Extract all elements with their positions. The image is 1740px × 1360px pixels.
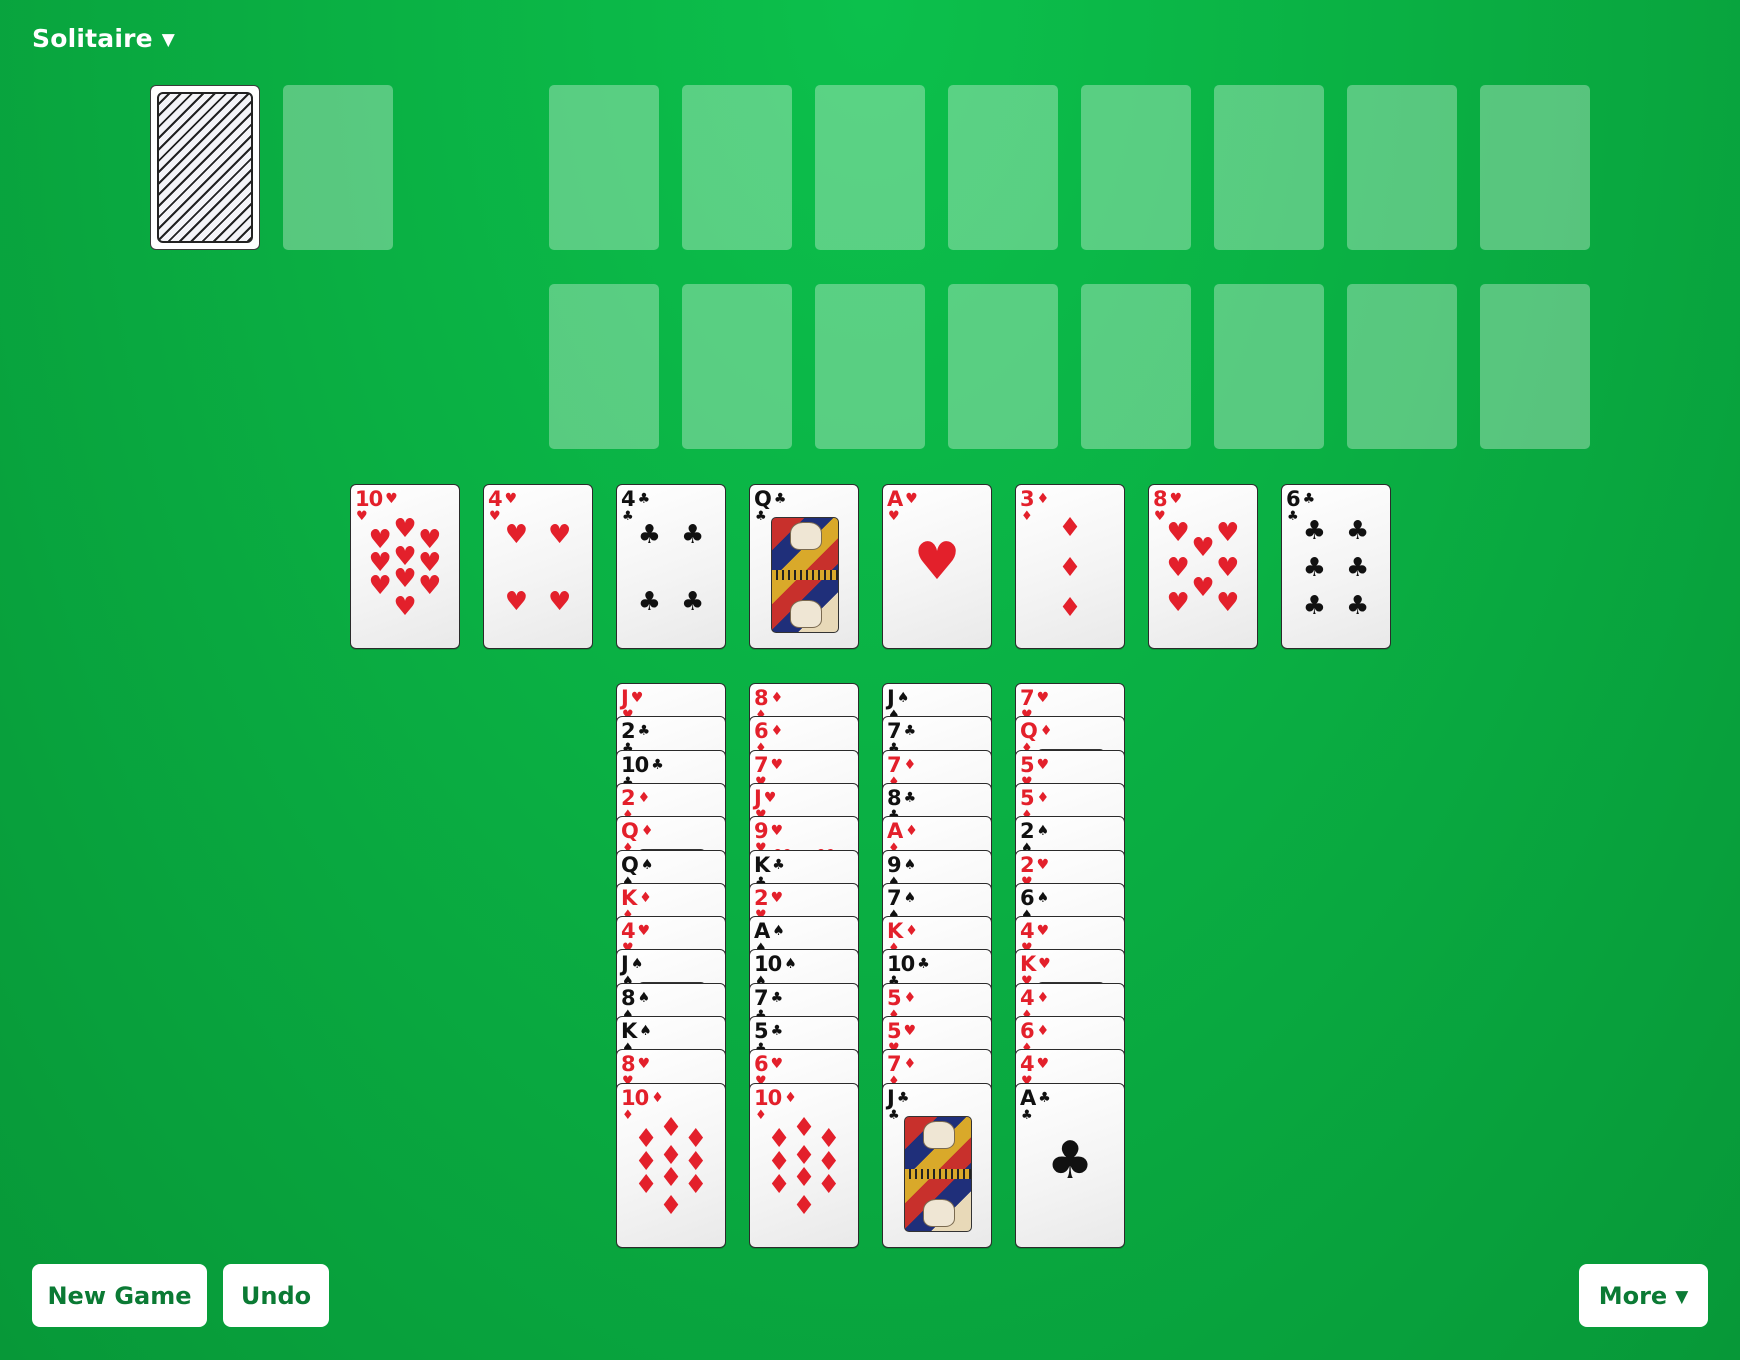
card-pips: ♥ ♥ ♥ ♥ ♥ ♥ ♥ ♥ ♥ ♥: [351, 485, 459, 648]
hearts-icon: ♥: [504, 586, 529, 617]
clubs-icon: ♣: [1302, 515, 1327, 546]
diamonds-icon: ♦: [1058, 513, 1082, 544]
diamonds-icon: ♦: [1058, 553, 1082, 584]
foundation-slot[interactable]: [948, 85, 1058, 250]
tableau-card[interactable]: J ♣ ♣: [882, 1083, 992, 1248]
clubs-icon: ♣: [680, 519, 705, 550]
undo-button[interactable]: Undo: [223, 1264, 329, 1327]
card-pips: ♥♥♥♥♥♥♥♥: [1149, 485, 1257, 648]
stock-pile[interactable]: [150, 85, 260, 250]
foundation-slot[interactable]: [1347, 284, 1457, 449]
card-pips: ♣ ♣ ♣ ♣ ♣ ♣: [1282, 485, 1390, 648]
diamonds-icon: ♦: [659, 1113, 683, 1144]
more-button[interactable]: More ▼: [1579, 1264, 1708, 1327]
diamonds-icon: ♦: [792, 1162, 816, 1193]
diamonds-icon: ♦: [1058, 593, 1082, 624]
hearts-icon: ♥: [1191, 533, 1215, 564]
diamonds-icon: ♦: [792, 1113, 816, 1144]
hearts-icon: ♥: [504, 519, 529, 550]
card-pips: ♣ ♣ ♣ ♣: [617, 485, 725, 648]
foundation-slot[interactable]: [815, 85, 925, 250]
foundation-slot[interactable]: [549, 284, 659, 449]
diamonds-icon: ♦: [634, 1169, 658, 1200]
reserve-card[interactable]: 3 ♦ ♦ ♦ ♦ ♦: [1015, 484, 1125, 649]
hearts-icon: ♥: [1191, 573, 1215, 604]
hearts-icon: ♥: [393, 514, 417, 545]
card-pips: [750, 485, 858, 648]
hearts-icon: ♥: [913, 531, 961, 592]
hearts-icon: ♥: [1216, 518, 1240, 549]
card-back-icon: [157, 92, 253, 243]
caret-down-icon: ▼: [161, 30, 176, 50]
foundation-slot[interactable]: [948, 284, 1058, 449]
hearts-icon: ♥: [368, 570, 392, 601]
foundation-slot[interactable]: [1480, 85, 1590, 250]
diamonds-icon: ♦: [659, 1162, 683, 1193]
diamonds-icon: ♦: [659, 1190, 683, 1221]
foundation-slot[interactable]: [1480, 284, 1590, 449]
hearts-icon: ♥: [547, 519, 572, 550]
diamonds-icon: ♦: [792, 1190, 816, 1221]
foundation-slot[interactable]: [549, 85, 659, 250]
reserve-card[interactable]: Q ♣ ♣: [749, 484, 859, 649]
game-menu-button[interactable]: Solitaire ▼: [32, 24, 175, 53]
clubs-icon: ♣: [1302, 590, 1327, 621]
clubs-icon: ♣: [1302, 553, 1327, 584]
hearts-icon: ♥: [1166, 553, 1190, 584]
hearts-icon: ♥: [547, 586, 572, 617]
foundation-slot[interactable]: [1347, 85, 1457, 250]
hearts-icon: ♥: [1166, 587, 1190, 618]
card-pips: ♦ ♦ ♦ ♦ ♦ ♦ ♦ ♦ ♦ ♦: [750, 1084, 858, 1247]
more-label: More: [1598, 1281, 1668, 1310]
foundation-slot[interactable]: [1214, 85, 1324, 250]
new-game-button[interactable]: New Game: [32, 1264, 207, 1327]
reserve-card[interactable]: 8 ♥ ♥ ♥ ♥ ♥ ♥ ♥ ♥ ♥ ♥: [1148, 484, 1258, 649]
clubs-icon: ♣: [680, 586, 705, 617]
card-pips: [883, 1084, 991, 1247]
diamonds-icon: ♦: [817, 1169, 841, 1200]
foundation-slot[interactable]: [682, 85, 792, 250]
clubs-icon: ♣: [1345, 590, 1370, 621]
clubs-icon: ♣: [637, 519, 662, 550]
court-figure-icon: [771, 517, 839, 633]
tableau-card[interactable]: 10 ♦ ♦ ♦ ♦ ♦ ♦ ♦ ♦ ♦ ♦ ♦ ♦: [616, 1083, 726, 1248]
caret-down-icon: ▼: [1675, 1287, 1689, 1307]
court-figure-icon: [904, 1116, 972, 1232]
diamonds-icon: ♦: [767, 1169, 791, 1200]
card-pips: ♥: [883, 485, 991, 648]
hearts-icon: ♥: [1166, 518, 1190, 549]
reserve-card[interactable]: 4 ♣ ♣ ♣ ♣ ♣ ♣: [616, 484, 726, 649]
foundation-slot[interactable]: [1214, 284, 1324, 449]
foundation-slot[interactable]: [815, 284, 925, 449]
waste-slot[interactable]: [283, 85, 393, 250]
clubs-icon: ♣: [637, 586, 662, 617]
diamonds-icon: ♦: [684, 1169, 708, 1200]
tableau-card[interactable]: 10 ♦ ♦ ♦ ♦ ♦ ♦ ♦ ♦ ♦ ♦ ♦ ♦: [749, 1083, 859, 1248]
foundation-slot[interactable]: [682, 284, 792, 449]
hearts-icon: ♥: [393, 591, 417, 622]
hearts-icon: ♥: [1216, 553, 1240, 584]
foundation-slot[interactable]: [1081, 284, 1191, 449]
clubs-icon: ♣: [1046, 1130, 1094, 1191]
card-pips: ♣: [1016, 1084, 1124, 1247]
tableau-card[interactable]: A ♣ ♣ ♣: [1015, 1083, 1125, 1248]
reserve-card[interactable]: A ♥ ♥ ♥: [882, 484, 992, 649]
clubs-icon: ♣: [1345, 553, 1370, 584]
reserve-card[interactable]: 4 ♥ ♥ ♥ ♥ ♥ ♥: [483, 484, 593, 649]
hearts-icon: ♥: [393, 563, 417, 594]
card-pips: ♦ ♦ ♦: [1016, 485, 1124, 648]
clubs-icon: ♣: [1345, 515, 1370, 546]
hearts-icon: ♥: [1216, 587, 1240, 618]
hearts-icon: ♥: [418, 570, 442, 601]
reserve-card[interactable]: 10 ♥ ♥ ♥ ♥ ♥ ♥ ♥ ♥ ♥ ♥ ♥ ♥: [350, 484, 460, 649]
card-pips: ♦ ♦ ♦ ♦ ♦ ♦ ♦ ♦ ♦ ♦: [617, 1084, 725, 1247]
reserve-card[interactable]: 6 ♣ ♣ ♣ ♣ ♣ ♣ ♣ ♣: [1281, 484, 1391, 649]
foundation-slot[interactable]: [1081, 85, 1191, 250]
card-pips: ♥ ♥ ♥ ♥: [484, 485, 592, 648]
game-title: Solitaire: [32, 24, 153, 53]
